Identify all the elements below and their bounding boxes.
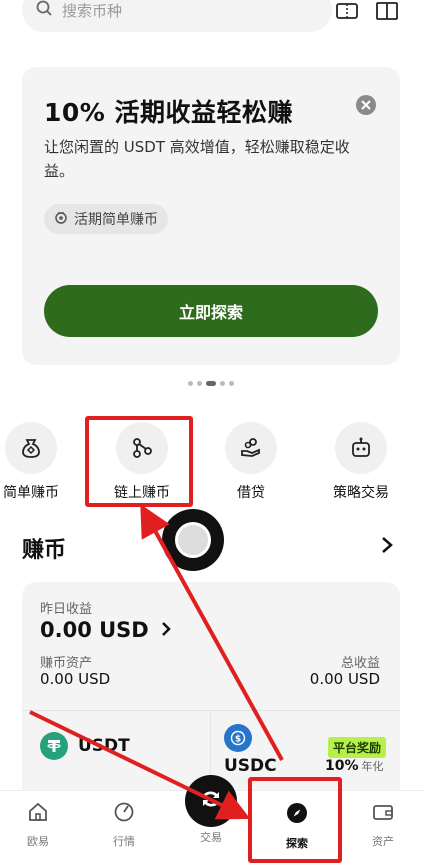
nav-assets[interactable]: 资产 [348,801,418,849]
earn-assets-label: 赚币资产 [40,656,93,671]
market-icon [113,801,135,827]
nav-label: 行情 [113,835,135,848]
feature-loan[interactable]: 借贷 [206,422,296,502]
coin-usdc[interactable]: $ USDC [224,724,277,776]
nav-market[interactable]: 行情 [89,801,159,849]
total-earnings-value: 0.00 USD [309,670,380,688]
yesterday-value-text: 0.00 USD [40,618,149,642]
promo-card[interactable]: 10% 活期收益轻松赚 让您闲置的 USDT 高效增值，轻松赚取稳定收益。 活期… [22,67,400,365]
total-earnings-label: 总收益 [340,656,380,671]
yesterday-earnings-value[interactable]: 0.00 USD [40,618,171,642]
apr-unit: 年化 [361,760,384,773]
money-bag-icon [5,422,57,474]
earn-section-title: 赚币 [22,538,67,563]
trade-button[interactable] [185,775,237,827]
search-bar[interactable]: 搜索币种 [22,0,332,32]
promo-tag-label: 活期简单赚币 [74,212,158,228]
chevron-right-icon[interactable] [381,536,393,558]
highlight-explore-tab [248,777,342,863]
promo-title: 10% 活期收益轻松赚 [44,98,294,127]
nav-home[interactable]: 欧易 [3,801,73,849]
usdt-logo-icon [40,732,68,760]
svg-text:$: $ [235,735,241,745]
nav-label: 交易 [200,831,222,844]
chevron-right-icon [161,618,171,642]
pager-dot-active [206,381,216,386]
highlight-onchain-earn [85,416,193,507]
divider [22,710,400,711]
nav-label: 资产 [372,835,394,848]
carousel-pager [188,381,234,386]
promo-tag[interactable]: 活期简单赚币 [44,204,168,234]
search-input[interactable]: 搜索币种 [62,0,122,21]
feature-label: 策略交易 [333,485,389,501]
book-icon[interactable] [375,0,399,22]
apr-value: 10% 年化 [325,758,384,774]
platform-reward-badge: 平台奖励 [328,737,387,758]
rewards-icon[interactable] [335,0,359,22]
usdc-logo-icon: $ [224,724,252,752]
feature-label: 借贷 [237,485,265,501]
coin-symbol: USDT [78,736,130,756]
feature-simple-earn[interactable]: 简单赚币 [0,422,76,502]
feature-strategy-trading[interactable]: 策略交易 [316,422,406,502]
yesterday-earnings-label: 昨日收益 [40,602,93,617]
promo-description: 让您闲置的 USDT 高效增值，轻松赚取稳定收益。 [44,138,350,180]
pager-dot [188,381,193,386]
robot-icon [335,422,387,474]
apr-number: 10% [325,758,359,774]
wallet-icon [372,801,394,827]
home-icon [27,801,49,827]
floating-assistive-ball[interactable] [162,509,224,571]
search-icon [36,0,52,20]
pager-dot [220,381,225,386]
feature-label: 简单赚币 [3,485,59,501]
coin-usdt[interactable]: USDT [40,732,130,760]
pager-dot [229,381,234,386]
explore-button[interactable]: 立即探索 [44,285,378,337]
coin-bag-icon [54,210,68,228]
assistive-ball-core [175,522,211,558]
nav-label: 欧易 [27,835,49,848]
coin-symbol: USDC [224,756,277,776]
earn-assets-value: 0.00 USD [40,670,111,688]
trade-icon [198,786,224,816]
pager-dot [197,381,202,386]
loan-hand-icon [225,422,277,474]
close-icon[interactable] [356,95,376,115]
